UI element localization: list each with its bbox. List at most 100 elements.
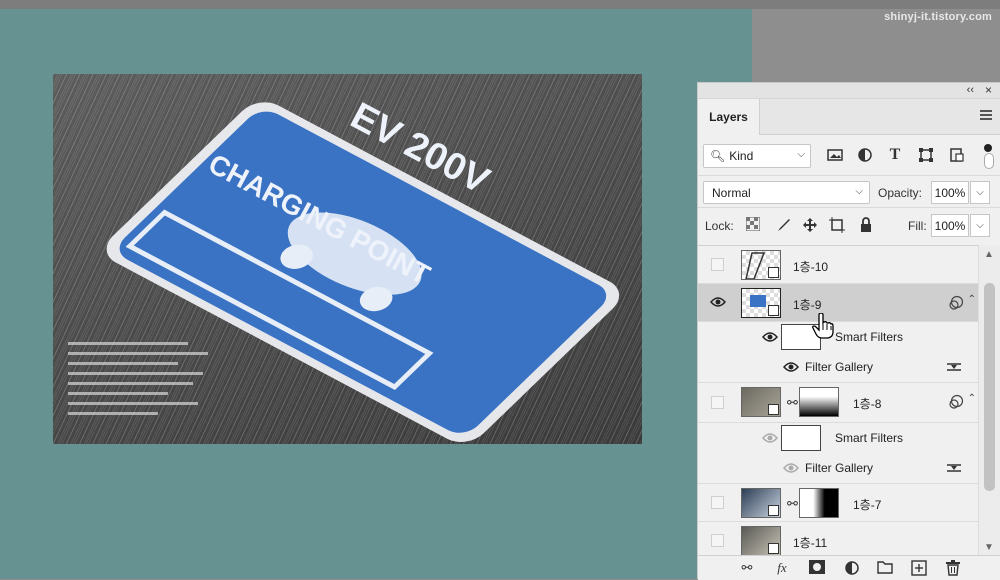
layer-row[interactable]: 1층-11 <box>698 522 978 555</box>
shape-filter-icon[interactable] <box>918 147 934 163</box>
layer-row[interactable]: ⚯ 1층-7 <box>698 484 978 522</box>
smart-object-badge-icon <box>768 267 779 278</box>
layer-thumbnail[interactable] <box>741 250 781 280</box>
eye-icon[interactable] <box>762 331 778 343</box>
add-mask-icon[interactable] <box>808 560 826 576</box>
filter-kind-select[interactable]: 🔍︎ Kind ⌵ <box>703 144 811 168</box>
panel-tabbar: Layers <box>698 99 1000 135</box>
layer-name[interactable]: 1층-9 <box>793 296 821 313</box>
layer-mask-thumbnail[interactable] <box>799 488 839 518</box>
collapse-effects-icon[interactable]: ⌃ <box>968 393 976 404</box>
new-group-icon[interactable] <box>876 560 894 576</box>
lock-all-icon[interactable] <box>858 217 874 233</box>
hand-cursor-icon <box>812 312 834 344</box>
lock-position-icon[interactable] <box>802 217 818 233</box>
filter-blending-options-icon[interactable] <box>947 361 961 373</box>
opacity-label: Opacity: <box>878 186 923 200</box>
smart-filters-label: Smart Filters <box>835 431 904 445</box>
layer-row[interactable]: 1층-10 <box>698 246 978 284</box>
blend-mode-value: Normal <box>712 185 751 200</box>
layer-filter-row: 🔍︎ Kind ⌵ T <box>698 135 1000 175</box>
layer-thumbnail[interactable] <box>741 288 781 318</box>
link-icon[interactable]: ⚯ <box>787 496 798 512</box>
photo-layer-preview[interactable]: EV 200V CHARGING POINT <box>53 74 642 444</box>
smart-filters-label: Smart Filters <box>835 330 904 344</box>
fx-icon[interactable]: fx <box>773 560 791 576</box>
layer-thumbnail[interactable] <box>741 387 781 417</box>
chevron-down-icon: ⌵ <box>797 149 805 160</box>
layer-mask-thumbnail[interactable] <box>799 387 839 417</box>
eye-icon[interactable] <box>783 462 799 474</box>
collapse-effects-icon[interactable]: ⌃ <box>968 294 976 305</box>
filter-name[interactable]: Filter Gallery <box>805 461 873 475</box>
fill-input[interactable]: 100% <box>931 214 969 237</box>
visibility-toggle[interactable] <box>711 534 724 547</box>
layers-list: 1층-10 1층-9 ⌃ Smart Filters Filter Galler… <box>698 245 978 555</box>
filter-gallery-row[interactable]: Filter Gallery <box>698 352 978 383</box>
adjustment-layer-icon[interactable] <box>843 560 861 576</box>
watermark: shinyj-it.tistory.com <box>884 11 992 23</box>
filter-toggle-switch[interactable] <box>984 153 994 169</box>
filter-blending-options-icon[interactable] <box>947 462 961 474</box>
scroll-down-icon[interactable]: ▼ <box>984 542 994 553</box>
scroll-up-icon[interactable]: ▲ <box>984 249 994 260</box>
smart-object-filter-icon[interactable] <box>949 147 965 163</box>
smart-object-badge-icon <box>768 305 779 316</box>
collapse-panel-icon[interactable]: ‹‹ <box>967 84 974 96</box>
filter-toggle-indicator[interactable] <box>984 144 992 152</box>
visibility-toggle[interactable] <box>711 258 724 271</box>
smart-filters-row[interactable]: Smart Filters <box>698 322 978 352</box>
charging-sign-illustration: EV 200V CHARGING POINT <box>53 74 642 444</box>
visibility-toggle[interactable] <box>711 396 724 409</box>
link-layers-icon[interactable]: ⚯ <box>738 560 756 576</box>
layer-name[interactable]: 1층-7 <box>853 496 881 513</box>
layers-panel: ‹‹ × Layers 🔍︎ Kind ⌵ T Normal ⌵ Opacity… <box>697 82 1000 580</box>
options-bar-edge <box>0 0 1000 9</box>
lock-transparent-pixels-icon[interactable] <box>745 216 761 233</box>
image-filter-icon[interactable] <box>827 147 843 163</box>
type-filter-icon[interactable]: T <box>887 147 903 163</box>
adjustment-filter-icon[interactable] <box>857 147 873 163</box>
layer-thumbnail[interactable] <box>741 526 781 555</box>
tab-layers[interactable]: Layers <box>698 99 760 135</box>
lock-artboard-icon[interactable] <box>829 217 845 233</box>
delete-layer-icon[interactable] <box>944 560 962 576</box>
blend-mode-select[interactable]: Normal ⌵ <box>703 181 870 204</box>
lock-row: Lock: Fill: 100% ⌵ <box>698 207 1000 241</box>
filter-gallery-row[interactable]: Filter Gallery <box>698 453 978 484</box>
smart-filter-mask-thumbnail[interactable] <box>781 425 821 451</box>
opacity-input[interactable]: 100% <box>931 181 969 204</box>
eye-icon[interactable] <box>710 296 726 308</box>
layers-panel-footer: ⚯ fx <box>698 555 1000 580</box>
close-panel-icon[interactable]: × <box>985 83 992 97</box>
scroll-thumb[interactable] <box>984 283 995 491</box>
fill-dropdown-button[interactable]: ⌵ <box>970 214 990 237</box>
visibility-toggle[interactable] <box>711 496 724 509</box>
blend-row: Normal ⌵ Opacity: 100% ⌵ <box>698 175 1000 207</box>
new-layer-icon[interactable] <box>910 560 928 576</box>
panel-menu-icon[interactable] <box>980 110 992 122</box>
eye-icon[interactable] <box>783 361 799 373</box>
layer-name[interactable]: 1층-11 <box>793 534 827 551</box>
smart-filter-icon[interactable] <box>948 295 964 311</box>
eye-icon[interactable] <box>762 432 778 444</box>
smart-object-badge-icon <box>768 505 779 516</box>
panel-titlebar[interactable]: ‹‹ × <box>698 83 1000 99</box>
smart-filters-row[interactable]: Smart Filters <box>698 423 978 453</box>
smart-filter-icon[interactable] <box>948 394 964 410</box>
search-icon: 🔍︎ <box>710 149 726 163</box>
layer-name[interactable]: 1층-8 <box>853 395 881 412</box>
filter-name[interactable]: Filter Gallery <box>805 360 873 374</box>
layer-row-selected[interactable]: 1층-9 ⌃ <box>698 284 978 322</box>
layers-scrollbar[interactable]: ▲ ▼ <box>978 245 1000 555</box>
layer-name[interactable]: 1층-10 <box>793 258 828 275</box>
link-icon[interactable]: ⚯ <box>787 395 798 411</box>
lock-label: Lock: <box>705 219 734 233</box>
lock-image-pixels-icon[interactable] <box>775 217 791 233</box>
layer-thumbnail[interactable] <box>741 488 781 518</box>
smart-object-badge-icon <box>768 543 779 554</box>
filter-kind-label: Kind <box>729 149 754 163</box>
opacity-dropdown-button[interactable]: ⌵ <box>970 181 990 204</box>
fill-label: Fill: <box>908 219 927 233</box>
layer-row[interactable]: ⚯ 1층-8 ⌃ <box>698 383 978 423</box>
